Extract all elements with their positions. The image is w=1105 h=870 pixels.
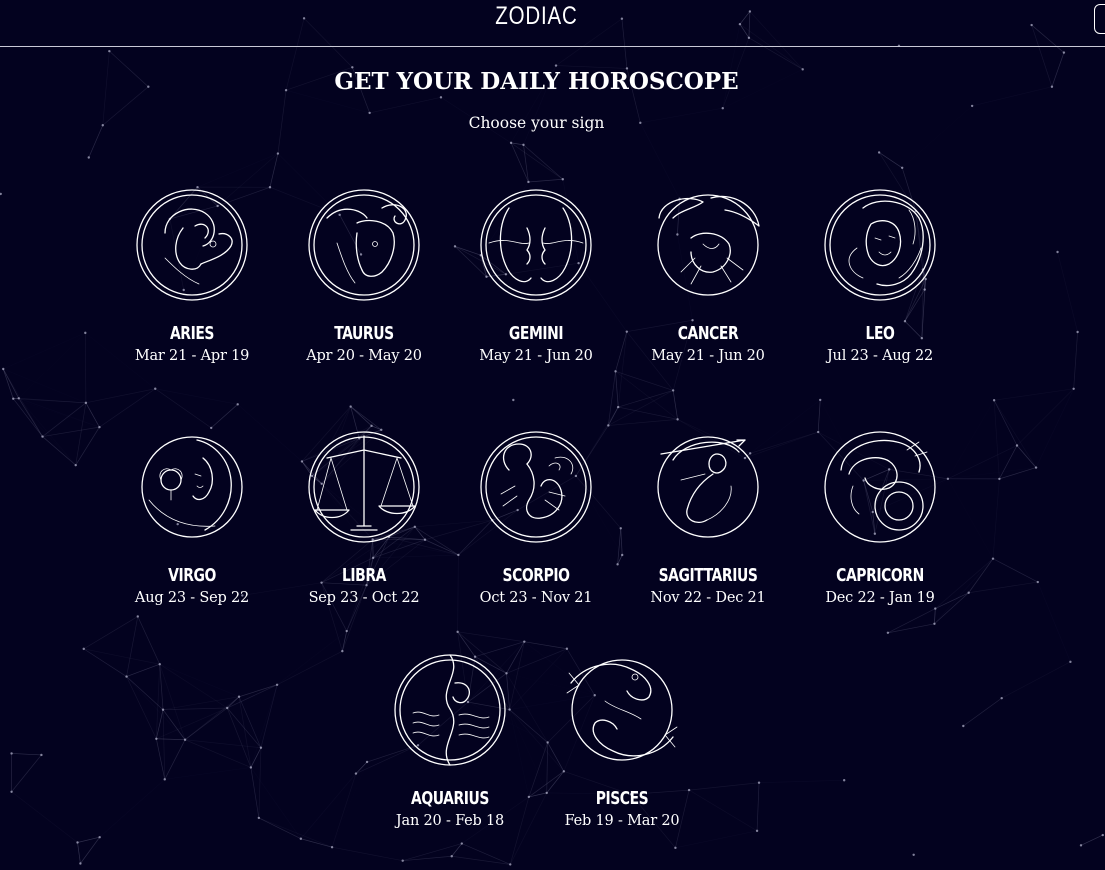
sign-card-gemini[interactable]: GEMINI May 21 - Jun 20 bbox=[451, 188, 621, 364]
sign-name: ARIES bbox=[169, 323, 215, 344]
sign-name: SCORPIO bbox=[502, 565, 570, 586]
scales-icon bbox=[307, 430, 421, 544]
twins-icon bbox=[479, 188, 593, 302]
sign-name: GEMINI bbox=[508, 323, 564, 344]
sign-card-scorpio[interactable]: SCORPIO Oct 23 - Nov 21 bbox=[451, 430, 621, 606]
sign-name: LIBRA bbox=[341, 565, 387, 586]
sign-dates: Oct 23 - Nov 21 bbox=[479, 590, 593, 606]
sign-name: PISCES bbox=[595, 788, 649, 809]
archer-icon bbox=[651, 430, 765, 544]
sign-name: VIRGO bbox=[168, 565, 216, 586]
sign-name: CANCER bbox=[677, 323, 739, 344]
sign-name: SAGITTARIUS bbox=[658, 565, 758, 586]
sign-dates: Jul 23 - Aug 22 bbox=[826, 348, 934, 364]
sign-card-sagittarius[interactable]: SAGITTARIUS Nov 22 - Dec 21 bbox=[623, 430, 793, 606]
sign-card-taurus[interactable]: TAURUS Apr 20 - May 20 bbox=[279, 188, 449, 364]
sign-card-leo[interactable]: LEO Jul 23 - Aug 22 bbox=[795, 188, 965, 364]
sign-card-aries[interactable]: ARIES Mar 21 - Apr 19 bbox=[107, 188, 277, 364]
sign-name: AQUARIUS bbox=[410, 788, 490, 809]
lion-icon bbox=[823, 188, 937, 302]
sign-dates: Mar 21 - Apr 19 bbox=[134, 348, 250, 364]
sign-card-virgo[interactable]: VIRGO Aug 23 - Sep 22 bbox=[107, 430, 277, 606]
scorpion-icon bbox=[479, 430, 593, 544]
bull-icon bbox=[307, 188, 421, 302]
crab-icon bbox=[651, 188, 765, 302]
sign-dates: Nov 22 - Dec 21 bbox=[650, 590, 766, 606]
sign-card-libra[interactable]: LIBRA Sep 23 - Oct 22 bbox=[279, 430, 449, 606]
brand-logo[interactable]: ZODIAC bbox=[97, 2, 977, 31]
sign-dates: Dec 22 - Jan 19 bbox=[825, 590, 935, 606]
sign-card-pisces[interactable]: PISCES Feb 19 - Mar 20 bbox=[537, 653, 707, 829]
ram-icon bbox=[135, 188, 249, 302]
sign-dates: May 21 - Jun 20 bbox=[479, 348, 593, 364]
sign-card-capricorn[interactable]: CAPRICORN Dec 22 - Jan 19 bbox=[795, 430, 965, 606]
sign-dates: Sep 23 - Oct 22 bbox=[308, 590, 420, 606]
sign-card-aquarius[interactable]: AQUARIUS Jan 20 - Feb 18 bbox=[365, 653, 535, 829]
sign-dates: Feb 19 - Mar 20 bbox=[564, 813, 680, 829]
top-navbar: ZODIAC bbox=[0, 0, 1105, 47]
page-subtitle: Choose your sign bbox=[468, 114, 605, 132]
fish-icon bbox=[565, 653, 679, 767]
goat-icon bbox=[823, 430, 937, 544]
water-bearer-icon bbox=[393, 653, 507, 767]
menu-toggle-button[interactable] bbox=[1094, 4, 1105, 34]
sign-dates: May 21 - Jun 20 bbox=[651, 348, 765, 364]
page-title: GET YOUR DAILY HOROSCOPE bbox=[334, 68, 739, 95]
sign-name: TAURUS bbox=[334, 323, 394, 344]
sign-dates: Aug 23 - Sep 22 bbox=[134, 590, 250, 606]
sign-dates: Apr 20 - May 20 bbox=[306, 348, 422, 364]
maiden-icon bbox=[135, 430, 249, 544]
sign-dates: Jan 20 - Feb 18 bbox=[395, 813, 505, 829]
sign-name: CAPRICORN bbox=[836, 565, 924, 586]
sign-name: LEO bbox=[865, 323, 895, 344]
sign-card-cancer[interactable]: CANCER May 21 - Jun 20 bbox=[623, 188, 793, 364]
